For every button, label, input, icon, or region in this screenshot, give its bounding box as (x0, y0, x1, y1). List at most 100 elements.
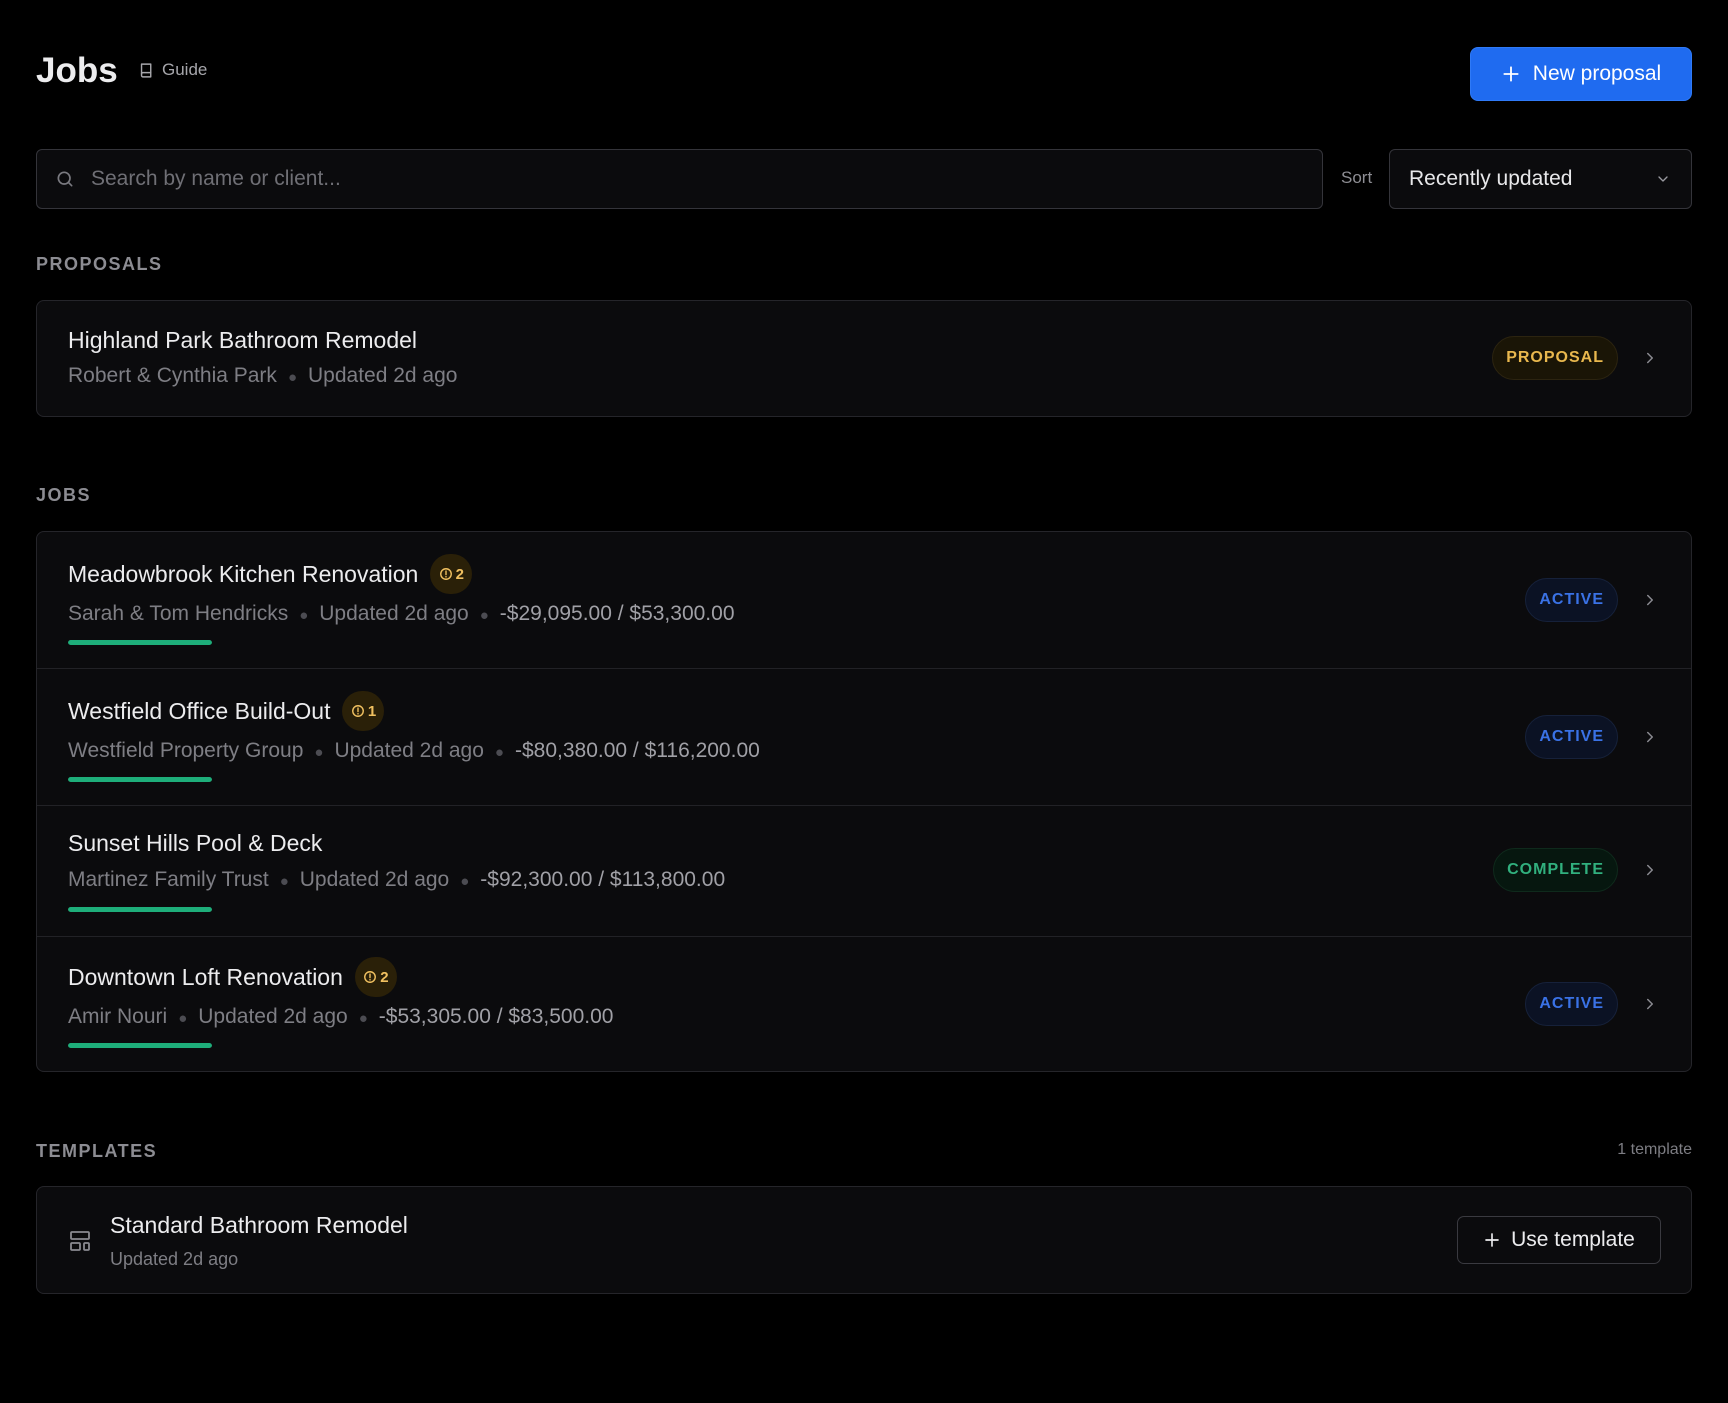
alert-badge: 2 (354, 957, 397, 997)
job-meta: Martinez Family Trust ● Updated 2d ago ● -$9… (68, 868, 725, 892)
budget-amount: -$80,380.00 / $116,200.00 (514, 739, 760, 762)
status-badge: COMPLETE (1493, 848, 1618, 892)
chevron-down-icon (1658, 176, 1668, 182)
client-name: Amir Nouri (68, 1005, 168, 1028)
page-title: Jobs (36, 51, 118, 90)
plus-icon (1503, 66, 1519, 82)
jobs-list: Meadowbrook Kitchen Renovation 2 Sarah &… (36, 531, 1692, 1072)
progress-fill (68, 640, 212, 645)
updated-text: Updated 2d ago (319, 602, 469, 625)
alert-circle-icon (364, 971, 377, 983)
templates-section-label: TEMPLATES (36, 1141, 158, 1161)
alert-badge: 1 (342, 691, 385, 731)
alert-count: 1 (367, 702, 377, 720)
sort-selected-value: Recently updated (1409, 167, 1573, 190)
separator-dot: ● (178, 1010, 188, 1027)
proposal-title: Highland Park Bathroom Remodel (68, 327, 417, 354)
page-header: Jobs Guide New proposal (36, 47, 1692, 101)
layout-template-icon (70, 1231, 90, 1251)
budget-amount: -$53,305.00 / $83,500.00 (378, 1005, 614, 1028)
status-badge: PROPOSAL (1492, 336, 1618, 380)
job-row[interactable]: Meadowbrook Kitchen Renovation 2 Sarah &… (37, 532, 1691, 669)
search-box (36, 149, 1323, 209)
status-badge: ACTIVE (1525, 715, 1618, 759)
separator-dot: ● (460, 873, 470, 890)
updated-text: Updated 2d ago (308, 364, 458, 387)
budget-amount: -$29,095.00 / $53,300.00 (499, 602, 735, 625)
new-proposal-button[interactable]: New proposal (1470, 47, 1692, 101)
templates-count: 1 template (1617, 1141, 1692, 1158)
alert-circle-icon (351, 705, 364, 717)
chevron-right-icon (1647, 998, 1653, 1010)
sort-select[interactable]: Recently updated (1389, 149, 1692, 209)
job-title: Westfield Office Build-Out 1 (68, 691, 385, 731)
alert-badge: 2 (430, 554, 473, 594)
alert-count: 2 (380, 968, 389, 986)
progress-fill (68, 777, 212, 782)
job-title-text: Westfield Office Build-Out (68, 697, 331, 724)
jobs-page: Jobs Guide New proposal Sort Recently up… (0, 0, 1728, 1403)
budget-progress-bar (68, 1043, 212, 1048)
separator-dot: ● (358, 1010, 368, 1027)
search-input[interactable] (91, 167, 1322, 191)
budget-progress-bar (68, 777, 212, 782)
job-title-text: Downtown Loft Renovation (68, 963, 343, 990)
proposal-row[interactable]: Highland Park Bathroom Remodel Robert & … (37, 301, 1691, 416)
job-title: Meadowbrook Kitchen Renovation 2 (68, 554, 473, 594)
proposal-title-text: Highland Park Bathroom Remodel (68, 327, 418, 353)
progress-fill (68, 1043, 212, 1048)
template-title: Standard Bathroom Remodel (110, 1212, 408, 1238)
job-title-text: Sunset Hills Pool & Deck (68, 830, 323, 856)
job-row[interactable]: Downtown Loft Renovation 2 Amir Nouri ● Up… (37, 937, 1691, 1071)
updated-text: Updated 2d ago (299, 868, 450, 891)
status-badge: ACTIVE (1525, 982, 1618, 1026)
job-title-text: Meadowbrook Kitchen Renovation (68, 560, 419, 587)
separator-dot: ● (494, 744, 504, 761)
new-proposal-label: New proposal (1532, 62, 1662, 85)
job-title: Downtown Loft Renovation 2 (68, 957, 397, 997)
budget-amount: -$92,300.00 / $113,800.00 (480, 868, 726, 891)
proposal-meta: Robert & Cynthia Park ● Updated 2d ago (68, 364, 457, 388)
updated-text: Updated 2d ago (334, 739, 484, 762)
chevron-right-icon (1647, 864, 1653, 876)
guide-label: Guide (162, 60, 208, 79)
job-row[interactable]: Westfield Office Build-Out 1 Westfield P… (37, 669, 1691, 806)
use-template-label: Use template (1511, 1228, 1635, 1251)
job-meta: Sarah & Tom Hendricks ● Updated 2d ago ● -$2… (68, 602, 735, 626)
status-badge: ACTIVE (1525, 578, 1618, 622)
separator-dot: ● (279, 873, 289, 890)
chevron-right-icon (1647, 731, 1653, 743)
separator-dot: ● (299, 607, 309, 624)
templates-list: Standard Bathroom Remodel Updated 2d ago… (36, 1186, 1692, 1294)
job-meta: Westfield Property Group ● Updated 2d ago ●… (68, 739, 760, 763)
search-icon (57, 171, 73, 187)
book-icon (140, 62, 152, 78)
progress-fill (68, 907, 212, 912)
job-title: Sunset Hills Pool & Deck (68, 830, 322, 857)
sort-label: Sort (1341, 168, 1373, 187)
budget-progress-bar (68, 640, 212, 645)
separator-dot: ● (314, 744, 324, 761)
client-name: Westfield Property Group (68, 739, 304, 762)
proposals-list: Highland Park Bathroom Remodel Robert & … (36, 300, 1692, 417)
alert-count: 2 (455, 565, 464, 583)
guide-link[interactable]: Guide (138, 60, 207, 80)
updated-text: Updated 2d ago (110, 1249, 239, 1269)
separator-dot: ● (287, 369, 297, 386)
filter-bar: Sort Recently updated (36, 149, 1692, 209)
chevron-right-icon (1647, 594, 1653, 606)
separator-dot: ● (479, 607, 489, 624)
job-row[interactable]: Sunset Hills Pool & Deck Martinez Family… (37, 806, 1691, 937)
template-row[interactable]: Standard Bathroom Remodel Updated 2d ago… (37, 1187, 1691, 1293)
plus-icon (1485, 1233, 1499, 1247)
chevron-right-icon (1647, 352, 1653, 364)
client-name: Sarah & Tom Hendricks (68, 602, 289, 625)
jobs-section-label: JOBS (36, 485, 92, 505)
proposals-section-label: PROPOSALS (36, 254, 163, 274)
job-meta: Amir Nouri ● Updated 2d ago ● -$53,305.00 / … (68, 1005, 613, 1029)
updated-text: Updated 2d ago (198, 1005, 348, 1028)
client-name: Robert & Cynthia Park (68, 364, 277, 387)
client-name: Martinez Family Trust (68, 868, 269, 891)
budget-progress-bar (68, 907, 212, 912)
use-template-button[interactable]: Use template (1457, 1216, 1661, 1264)
